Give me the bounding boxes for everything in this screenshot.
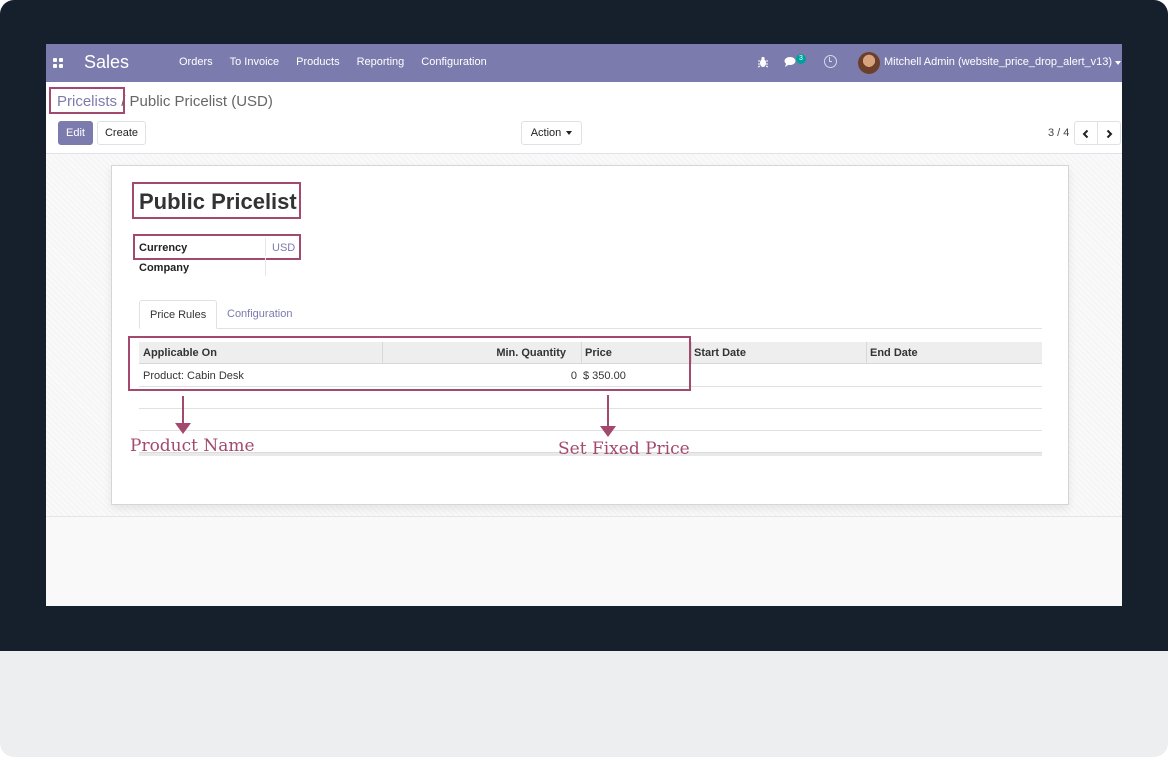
pager-previous-button[interactable]: [1074, 121, 1098, 145]
menu-item-reporting[interactable]: Reporting: [357, 56, 405, 68]
form-sheet: Public Pricelist Currency USD Company Pr…: [111, 165, 1069, 505]
chevron-right-icon: [1106, 129, 1113, 138]
highlight-box-title: [132, 182, 301, 219]
annotation-fixed-price: Set Fixed Price: [558, 439, 690, 459]
monitor-mockup: Sales Orders To Invoice Products Reporti…: [0, 0, 1168, 757]
monitor-chin: [0, 651, 1168, 757]
caret-down-icon: [566, 131, 573, 136]
highlight-box-price-rule: [128, 336, 691, 391]
action-dropdown-button[interactable]: Action: [521, 121, 582, 145]
main-menu: Orders To Invoice Products Reporting Con…: [179, 56, 504, 68]
highlight-box-currency: [133, 234, 301, 260]
debug-bug-icon[interactable]: [757, 56, 769, 68]
pager-value[interactable]: 3 / 4: [1048, 127, 1069, 139]
user-menu[interactable]: Mitchell Admin (website_price_drop_alert…: [884, 56, 1112, 68]
column-start-date[interactable]: Start Date: [691, 342, 866, 364]
menu-item-orders[interactable]: Orders: [179, 56, 213, 68]
caret-down-icon[interactable]: [1115, 61, 1121, 65]
field-separator: [265, 258, 266, 276]
user-avatar[interactable]: [858, 52, 880, 74]
form-view: Public Pricelist Currency USD Company Pr…: [46, 155, 1122, 517]
control-panel: Pricelists / Public Pricelist (USD) Edit…: [46, 82, 1122, 154]
table-row: [139, 409, 1042, 431]
breadcrumb-current: Public Pricelist (USD): [129, 93, 273, 110]
app-brand[interactable]: Sales: [84, 52, 129, 73]
menu-item-to-invoice[interactable]: To Invoice: [230, 56, 280, 68]
tab-price-rules[interactable]: Price Rules: [139, 300, 218, 329]
chevron-left-icon: [1082, 129, 1089, 138]
tab-configuration[interactable]: Configuration: [217, 300, 302, 329]
annotation-arrow-down-icon: [175, 396, 191, 434]
menu-item-products[interactable]: Products: [296, 56, 339, 68]
edit-button[interactable]: Edit: [58, 121, 93, 145]
pager-next-button[interactable]: [1097, 121, 1121, 145]
menu-item-configuration[interactable]: Configuration: [421, 56, 486, 68]
column-end-date[interactable]: End Date: [866, 342, 1042, 364]
activity-clock-icon[interactable]: [824, 55, 837, 68]
highlight-box-breadcrumb: [49, 87, 125, 114]
app-screen: Sales Orders To Invoice Products Reporti…: [46, 44, 1122, 606]
top-navbar: Sales Orders To Invoice Products Reporti…: [46, 44, 1122, 82]
annotation-arrow-down-icon: [600, 395, 616, 437]
company-label: Company: [139, 262, 190, 274]
create-button[interactable]: Create: [97, 121, 146, 145]
chat-count-badge: 3: [796, 54, 806, 64]
action-label: Action: [530, 127, 562, 139]
notebook-tabs: Price Rules Configuration: [139, 300, 1042, 329]
annotation-product-name: Product Name: [130, 436, 255, 456]
apps-menu-icon[interactable]: [53, 58, 63, 68]
